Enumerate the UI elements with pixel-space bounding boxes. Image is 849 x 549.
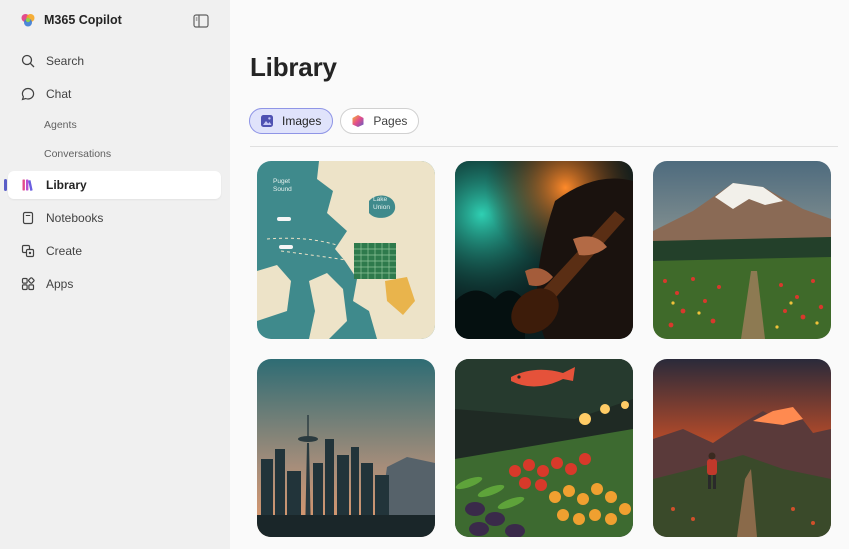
create-icon xyxy=(20,243,36,259)
copilot-logo-icon xyxy=(21,14,35,27)
active-indicator xyxy=(4,179,7,191)
map-label-puget: Puget xyxy=(273,178,290,185)
library-icon xyxy=(20,177,36,193)
pages-icon xyxy=(352,115,364,127)
sidebar: M365 Copilot Search Chat Agents Conversa… xyxy=(0,0,230,549)
page-title: Library xyxy=(250,52,337,82)
map-label-sound: Sound xyxy=(273,186,292,193)
sidebar-item-apps[interactable]: Apps xyxy=(8,270,221,298)
sidebar-item-label: Agents xyxy=(44,119,77,131)
image-tile-map[interactable]: Puget Sound Lake Union xyxy=(257,161,435,339)
map-label-union: Union xyxy=(373,204,390,211)
guitarist-image xyxy=(455,161,633,339)
sidebar-item-label: Apps xyxy=(46,277,74,291)
sidebar-item-notebooks[interactable]: Notebooks xyxy=(8,204,221,232)
app-name: M365 Copilot xyxy=(44,13,122,27)
sidebar-item-label: Library xyxy=(46,178,87,192)
search-icon xyxy=(20,53,36,69)
brand[interactable]: M365 Copilot xyxy=(20,12,122,28)
seattle-skyline-image xyxy=(257,359,435,537)
sidebar-toggle-icon[interactable] xyxy=(193,14,209,28)
sidebar-item-label: Chat xyxy=(46,87,72,101)
image-tile-guitarist[interactable] xyxy=(455,161,633,339)
sidebar-item-chat[interactable]: Chat xyxy=(8,80,221,108)
map-label-lake: Lake xyxy=(373,196,387,203)
sidebar-item-search[interactable]: Search xyxy=(8,47,221,75)
sidebar-item-conversations[interactable]: Conversations xyxy=(8,140,221,168)
sidebar-item-label: Create xyxy=(46,244,83,258)
sidebar-item-label: Search xyxy=(46,54,85,68)
sidebar-item-agents[interactable]: Agents xyxy=(8,111,221,139)
divider xyxy=(250,146,838,147)
sidebar-item-label: Notebooks xyxy=(46,211,104,225)
map-image: Puget Sound Lake Union xyxy=(257,161,435,339)
mountain-hiker-image xyxy=(653,359,831,537)
notebook-icon xyxy=(20,210,36,226)
mountain-meadow-image xyxy=(653,161,831,339)
filter-tabs: Images Pages xyxy=(249,108,420,134)
sidebar-item-label: Conversations xyxy=(44,148,112,160)
chat-icon xyxy=(20,86,36,102)
tab-label: Images xyxy=(282,114,322,128)
apps-icon xyxy=(20,276,36,292)
image-tile-seattle-skyline[interactable] xyxy=(257,359,435,537)
image-tile-mountain-meadow[interactable] xyxy=(653,161,831,339)
image-tile-market[interactable] xyxy=(455,359,633,537)
main-content: Library Images Pages Puget Sound Lake Un… xyxy=(230,0,849,549)
tab-pages[interactable]: Pages xyxy=(340,108,420,134)
image-icon xyxy=(261,115,273,127)
image-tile-mountain-hiker[interactable] xyxy=(653,359,831,537)
tab-images[interactable]: Images xyxy=(249,108,334,134)
sidebar-item-library[interactable]: Library xyxy=(8,171,221,199)
market-image xyxy=(455,359,633,537)
tab-label: Pages xyxy=(373,114,408,128)
sidebar-item-create[interactable]: Create xyxy=(8,237,221,265)
